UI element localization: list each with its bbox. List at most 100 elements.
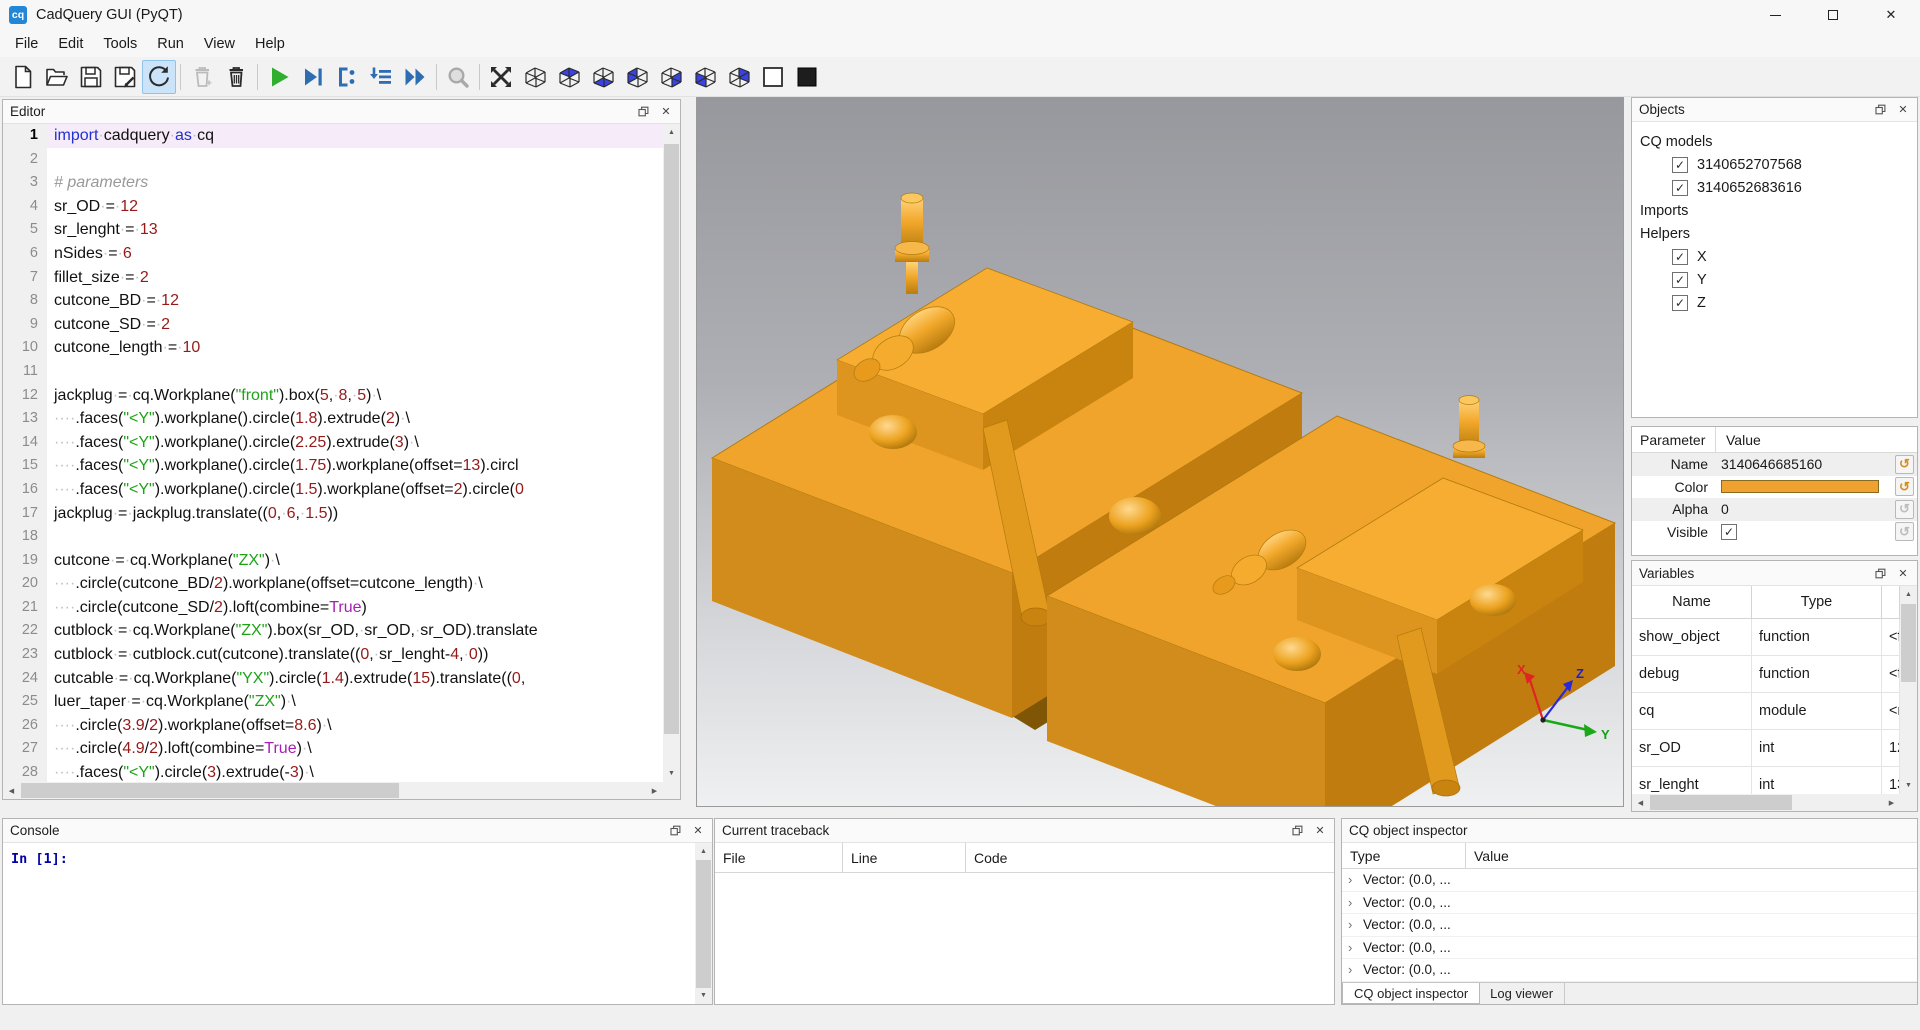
scroll-down-icon[interactable]: ▼ (663, 765, 680, 782)
code-editor[interactable]: 1import·cadquery·as·cq23# parameters4sr_… (3, 124, 663, 782)
undo-icon[interactable]: ↺ (1895, 477, 1914, 496)
inspector-row[interactable]: ›Vector: (0.0, ... (1342, 959, 1917, 982)
variables-horizontal-scrollbar[interactable]: ◀ ▶ (1632, 794, 1900, 811)
param-row-alpha[interactable]: Alpha0↺ (1632, 498, 1917, 521)
tree-group-helpers[interactable]: Helpers (1640, 222, 1917, 245)
checkbox[interactable]: ✓ (1721, 524, 1737, 540)
menu-file[interactable]: File (5, 33, 48, 55)
view-iso-button[interactable] (518, 60, 552, 94)
menu-tools[interactable]: Tools (93, 33, 147, 55)
step-in-button[interactable] (364, 60, 398, 94)
param-row-color[interactable]: Color↺ (1632, 476, 1917, 499)
variables-vertical-scrollbar[interactable]: ▲ ▼ (1900, 586, 1917, 794)
view-right-button[interactable] (654, 60, 688, 94)
maximize-button[interactable] (1804, 0, 1862, 30)
param-row-visible[interactable]: Visible✓↺ (1632, 521, 1917, 544)
render-button[interactable] (262, 60, 296, 94)
close-panel-icon[interactable]: ✕ (1896, 566, 1910, 580)
close-panel-icon[interactable]: ✕ (691, 824, 705, 838)
tree-item-x[interactable]: ✓X (1672, 245, 1917, 268)
view-top-button[interactable] (552, 60, 586, 94)
scrollbar-thumb[interactable] (664, 144, 679, 734)
float-panel-icon[interactable] (1873, 103, 1887, 117)
continue-button[interactable] (398, 60, 432, 94)
scroll-right-icon[interactable]: ▶ (646, 782, 663, 799)
fit-view-button[interactable] (484, 60, 518, 94)
open-script-button[interactable] (40, 60, 74, 94)
variable-row-cq[interactable]: cqmodule<m (1632, 693, 1900, 730)
scrollbar-thumb[interactable] (21, 783, 399, 798)
inspector-row[interactable]: ›Vector: (0.0, ... (1342, 937, 1917, 960)
reload-button[interactable] (142, 60, 176, 94)
variable-row-sr-lenght[interactable]: sr_lenghtint13 (1632, 767, 1900, 794)
color-swatch[interactable] (1721, 480, 1879, 493)
tree-group-imports[interactable]: Imports (1640, 199, 1917, 222)
scroll-left-icon[interactable]: ◀ (3, 782, 20, 799)
variable-row-show-object[interactable]: show_objectfunction<f (1632, 619, 1900, 656)
scrollbar-thumb[interactable] (1650, 795, 1792, 810)
variable-row-sr-od[interactable]: sr_ODint12 (1632, 730, 1900, 767)
expand-chevron-icon[interactable]: › (1348, 962, 1363, 977)
step-button[interactable] (330, 60, 364, 94)
console-input-area[interactable]: In [1]: (3, 843, 695, 1004)
expand-chevron-icon[interactable]: › (1348, 940, 1363, 955)
tree-item-3140652707568[interactable]: ✓3140652707568 (1672, 153, 1917, 176)
menu-run[interactable]: Run (147, 33, 194, 55)
tree-item-z[interactable]: ✓Z (1672, 291, 1917, 314)
scrollbar-thumb[interactable] (1901, 604, 1916, 682)
toggle-wireframe-button[interactable] (756, 60, 790, 94)
scroll-down-icon[interactable]: ▼ (695, 987, 712, 1004)
close-panel-icon[interactable]: ✕ (1896, 103, 1910, 117)
tree-item-3140652683616[interactable]: ✓3140652683616 (1672, 176, 1917, 199)
scrollbar-thumb[interactable] (696, 860, 711, 988)
variable-row-debug[interactable]: debugfunction<f (1632, 656, 1900, 693)
new-script-button[interactable] (6, 60, 40, 94)
checkbox[interactable]: ✓ (1672, 180, 1688, 196)
scroll-up-icon[interactable]: ▲ (663, 124, 680, 141)
debug-button[interactable] (296, 60, 330, 94)
delete-object-button[interactable] (219, 60, 253, 94)
float-panel-icon[interactable] (668, 824, 682, 838)
3d-viewport[interactable]: X Z Y (696, 97, 1624, 807)
close-button[interactable]: ✕ (1862, 0, 1920, 30)
editor-horizontal-scrollbar[interactable]: ◀ ▶ (3, 782, 663, 799)
menu-view[interactable]: View (194, 33, 245, 55)
inspector-row[interactable]: ›Vector: (0.0, ... (1342, 914, 1917, 937)
tree-item-y[interactable]: ✓Y (1672, 268, 1917, 291)
checkbox[interactable]: ✓ (1672, 249, 1688, 265)
editor-vertical-scrollbar[interactable]: ▲ ▼ (663, 124, 680, 782)
tab-cq-object-inspector[interactable]: CQ object inspector (1342, 983, 1480, 1004)
expand-chevron-icon[interactable]: › (1348, 895, 1363, 910)
checkbox[interactable]: ✓ (1672, 295, 1688, 311)
scroll-up-icon[interactable]: ▲ (695, 843, 712, 860)
minimize-button[interactable] (1746, 0, 1804, 30)
param-row-name[interactable]: Name3140646685160↺ (1632, 453, 1917, 476)
tab-log-viewer[interactable]: Log viewer (1479, 983, 1565, 1004)
expand-chevron-icon[interactable]: › (1348, 872, 1363, 887)
view-bottom-button[interactable] (586, 60, 620, 94)
scroll-down-icon[interactable]: ▼ (1900, 777, 1917, 794)
view-left-button[interactable] (620, 60, 654, 94)
float-panel-icon[interactable] (636, 105, 650, 119)
inspector-row[interactable]: ›Vector: (0.0, ... (1342, 892, 1917, 915)
scroll-left-icon[interactable]: ◀ (1632, 794, 1649, 811)
checkbox[interactable]: ✓ (1672, 157, 1688, 173)
close-panel-icon[interactable]: ✕ (1313, 824, 1327, 838)
inspector-row[interactable]: ›Vector: (0.0, ... (1342, 869, 1917, 892)
view-back-button[interactable] (722, 60, 756, 94)
expand-chevron-icon[interactable]: › (1348, 917, 1363, 932)
checkbox[interactable]: ✓ (1672, 272, 1688, 288)
undo-icon[interactable]: ↺ (1895, 455, 1914, 474)
save-script-button[interactable] (74, 60, 108, 94)
scroll-up-icon[interactable]: ▲ (1900, 586, 1917, 603)
float-panel-icon[interactable] (1290, 824, 1304, 838)
close-panel-icon[interactable]: ✕ (659, 105, 673, 119)
float-panel-icon[interactable] (1873, 566, 1887, 580)
save-as-button[interactable] (108, 60, 142, 94)
scroll-right-icon[interactable]: ▶ (1883, 794, 1900, 811)
menu-edit[interactable]: Edit (48, 33, 93, 55)
view-front-button[interactable] (688, 60, 722, 94)
console-vertical-scrollbar[interactable]: ▲ ▼ (695, 843, 712, 1004)
tree-group-cq-models[interactable]: CQ models (1640, 130, 1917, 153)
toggle-shaded-button[interactable] (790, 60, 824, 94)
